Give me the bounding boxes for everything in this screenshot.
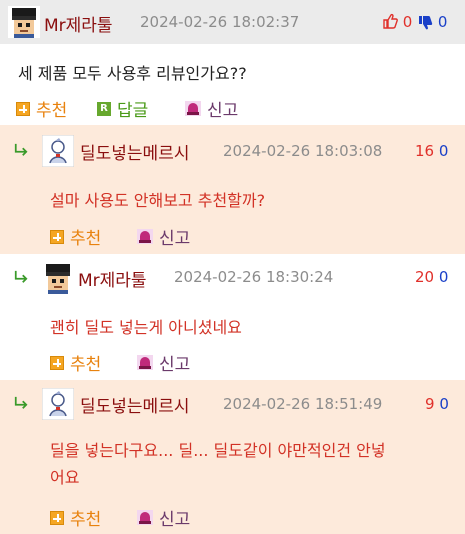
plus-icon [50, 229, 64, 244]
vote-counts: 20 0 [415, 268, 448, 286]
comment-time: 2024-02-26 18:30:24 [174, 268, 334, 286]
report-button[interactable]: 신고 [137, 224, 190, 249]
thumbs-up-icon[interactable] [382, 13, 398, 29]
avatar[interactable] [42, 388, 74, 420]
siren-icon [137, 355, 153, 370]
downvote-count: 0 [437, 13, 448, 31]
downvote-count: 0 [438, 142, 449, 160]
reply-button[interactable]: R 답글 [97, 96, 148, 121]
plus-icon [16, 101, 30, 116]
downvote-count: 0 [438, 268, 449, 286]
report-button[interactable]: 신고 [185, 96, 238, 121]
vote-counts: 9 0 [425, 395, 449, 413]
main-comment-header: Mr제라툴 2024-02-26 18:02:37 0 0 [0, 0, 465, 44]
upvote-count: 0 [402, 13, 413, 31]
upvote-count: 20 [415, 268, 435, 286]
recommend-button[interactable]: 추천 [50, 505, 101, 530]
recommend-button[interactable]: 추천 [50, 224, 101, 249]
siren-icon [137, 229, 153, 244]
vote-counts: 16 0 [415, 142, 448, 160]
avatar[interactable] [42, 262, 74, 294]
reply-arrow-icon [14, 270, 28, 284]
report-button[interactable]: 신고 [137, 505, 190, 530]
siren-icon [137, 510, 153, 525]
upvote-count: 16 [415, 142, 435, 160]
siren-icon [185, 101, 201, 116]
vote-counts: 0 0 [382, 13, 447, 31]
comment-time: 2024-02-26 18:02:37 [140, 13, 300, 31]
reply-body-line: 딜을 넣는다구요... 딜... 딜도같이 야만적인건 안넣 [50, 441, 386, 460]
avatar[interactable] [8, 6, 40, 38]
author-name[interactable]: Mr제라툴 [44, 11, 113, 36]
author-name[interactable]: 딜도넣는메르시 [80, 392, 189, 417]
recommend-button[interactable]: 추천 [16, 96, 67, 121]
reply-arrow-icon [14, 396, 28, 410]
comment-body: 세 제품 모두 사용후 리뷰인가요?? [18, 64, 247, 83]
reply-body: 괜히 딜도 넣는게 아니셨네요 [50, 318, 242, 337]
comment-time: 2024-02-26 18:03:08 [223, 142, 383, 160]
avatar[interactable] [42, 135, 74, 167]
recommend-button[interactable]: 추천 [50, 350, 101, 375]
author-name[interactable]: 딜도넣는메르시 [80, 139, 189, 164]
downvote-count: 0 [439, 395, 449, 413]
reply-body: 설마 사용도 안해보고 추천할까? [50, 191, 266, 210]
reply-item: 딜도넣는메르시 2024-02-26 18:51:49 9 0 딜을 넣는다구요… [0, 380, 465, 534]
author-name[interactable]: Mr제라툴 [78, 266, 147, 291]
thumbs-down-icon[interactable] [417, 15, 433, 31]
reply-item: 딜도넣는메르시 2024-02-26 18:03:08 16 0 설마 사용도 … [0, 125, 465, 254]
report-button[interactable]: 신고 [137, 350, 190, 375]
reply-icon: R [97, 101, 111, 116]
upvote-count: 9 [425, 395, 435, 413]
reply-body-line: 어요 [50, 468, 80, 487]
reply-arrow-icon [14, 143, 28, 157]
reply-item: Mr제라툴 2024-02-26 18:30:24 20 0 괜히 딜도 넣는게… [0, 254, 465, 380]
plus-icon [50, 355, 64, 370]
plus-icon [50, 510, 64, 525]
comment-time: 2024-02-26 18:51:49 [223, 395, 383, 413]
